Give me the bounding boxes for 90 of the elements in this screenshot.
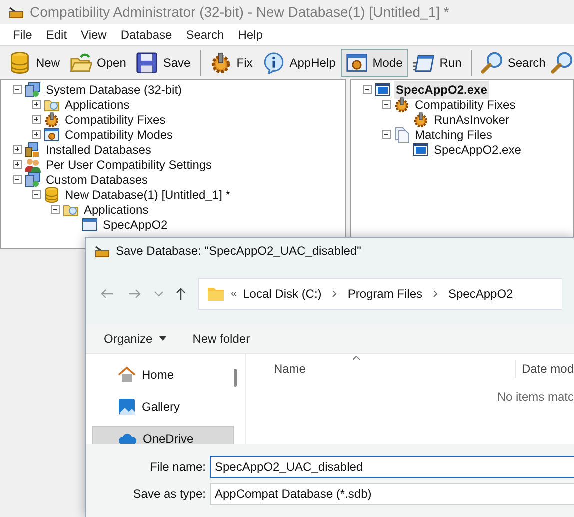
menu-item[interactable]: Edit bbox=[39, 26, 74, 44]
window-gear-icon bbox=[346, 52, 368, 74]
folder-icon bbox=[70, 52, 92, 74]
computer-icon bbox=[25, 82, 41, 98]
menu-item[interactable]: Database bbox=[114, 26, 180, 44]
search-icon bbox=[480, 52, 503, 74]
toolbar-button[interactable]: New bbox=[4, 48, 66, 76]
search-icon[interactable] bbox=[550, 52, 573, 74]
nav-item[interactable]: OneDrive bbox=[92, 426, 234, 444]
toolbar-button[interactable]: Search bbox=[476, 48, 551, 76]
menu-item[interactable]: Help bbox=[231, 26, 270, 44]
folder-icon bbox=[207, 286, 225, 302]
tree-item[interactable]: SpecAppO2 bbox=[101, 216, 170, 234]
window-title: Compatibility Administrator (32-bit) - New Database(1) [Untitled_1] * bbox=[30, 2, 450, 22]
tree-item[interactable]: RunAsInvoker bbox=[432, 110, 512, 128]
nav-item[interactable]: Gallery bbox=[92, 394, 234, 420]
toolbar-button[interactable]: Open bbox=[65, 48, 132, 76]
expand-icon[interactable] bbox=[32, 100, 41, 109]
users-icon bbox=[25, 156, 41, 172]
toolbar-button[interactable]: Mode bbox=[340, 48, 408, 76]
expand-icon[interactable] bbox=[13, 160, 22, 169]
field-label: Save as type: bbox=[132, 486, 207, 503]
file-name-field[interactable]: SpecAppO2_UAC_disabled bbox=[210, 456, 574, 478]
expand-icon[interactable] bbox=[32, 130, 41, 139]
nav-item[interactable]: Home bbox=[92, 362, 234, 388]
column-header[interactable]: Name bbox=[274, 360, 515, 378]
expand-icon[interactable] bbox=[13, 145, 22, 154]
gear-icon bbox=[394, 96, 410, 112]
window-icon bbox=[413, 142, 429, 158]
collapse-icon[interactable] bbox=[382, 100, 391, 109]
window-icon bbox=[82, 216, 98, 232]
collapse-icon[interactable] bbox=[382, 130, 391, 139]
collapse-icon[interactable] bbox=[363, 85, 372, 94]
breadcrumb-item[interactable]: Local Disk (C:) bbox=[243, 285, 322, 303]
tree-item[interactable]: Custom Databases bbox=[44, 170, 150, 188]
menu-item[interactable]: File bbox=[6, 26, 40, 44]
toolbar-button[interactable]: New folder bbox=[192, 330, 250, 348]
toolbar-button[interactable]: AppHelp bbox=[258, 48, 341, 76]
up-arrow-icon[interactable] bbox=[174, 287, 188, 301]
breadcrumb-item[interactable]: SpecAppO2 bbox=[448, 285, 514, 303]
toolbar-button[interactable]: Organize bbox=[104, 330, 167, 348]
computer-icon bbox=[25, 172, 41, 188]
breadcrumb-item[interactable]: Program Files bbox=[348, 285, 422, 303]
collapse-icon[interactable] bbox=[13, 175, 22, 184]
tree-item[interactable]: System Database (32-bit) bbox=[44, 80, 184, 98]
gear-icon bbox=[44, 112, 60, 128]
tree-item[interactable]: Applications bbox=[63, 96, 132, 114]
gear-icon bbox=[413, 112, 429, 128]
toolbar-button[interactable]: Save bbox=[131, 48, 196, 76]
tree-item[interactable]: SpecAppO2.exe bbox=[394, 80, 490, 98]
tree-item[interactable]: Compatibility Modes bbox=[63, 126, 176, 144]
tree-item[interactable]: Applications bbox=[82, 200, 151, 218]
dialog-title: Save Database: "SpecAppO2_UAC_disabled" bbox=[116, 243, 362, 260]
tree-item[interactable]: New Database(1) [Untitled_1] * bbox=[63, 186, 232, 204]
home-icon bbox=[118, 366, 136, 384]
tree-item[interactable]: Per User Compatibility Settings bbox=[44, 156, 214, 174]
collapse-icon[interactable] bbox=[13, 85, 22, 94]
tree-item[interactable]: Matching Files bbox=[413, 126, 494, 144]
address-bar[interactable]: « Local Disk (C:) Program Files SpecAppO2 bbox=[198, 278, 562, 310]
chevron-right-icon bbox=[432, 290, 438, 298]
field-label: File name: bbox=[148, 459, 207, 476]
window-icon bbox=[375, 82, 391, 98]
computer-icon bbox=[25, 142, 41, 158]
tree-item[interactable]: SpecAppO2.exe bbox=[432, 140, 524, 158]
tree-item[interactable]: Compatibility Fixes bbox=[413, 96, 518, 114]
info-icon bbox=[262, 52, 285, 74]
forward-arrow-icon[interactable] bbox=[128, 287, 142, 301]
menu-item[interactable]: Search bbox=[179, 26, 232, 44]
documents-icon bbox=[394, 126, 410, 142]
gear-icon bbox=[210, 52, 232, 74]
toolbar-button[interactable]: Fix bbox=[204, 48, 258, 76]
empty-message: No items matc bbox=[497, 389, 574, 406]
back-arrow-icon[interactable] bbox=[100, 287, 114, 301]
tree-item[interactable]: Installed Databases bbox=[44, 140, 154, 158]
menu-item[interactable]: View bbox=[74, 26, 114, 44]
column-header[interactable]: Date mod bbox=[514, 360, 574, 378]
caret-icon bbox=[158, 336, 167, 341]
chevron-right-icon bbox=[332, 290, 338, 298]
window-gear-icon bbox=[44, 126, 60, 142]
collapse-icon[interactable] bbox=[51, 205, 60, 214]
toolbar-button[interactable]: Run bbox=[408, 48, 467, 76]
database-icon bbox=[44, 186, 60, 202]
expand-icon[interactable] bbox=[32, 115, 41, 124]
picture-icon bbox=[118, 398, 136, 416]
overflow-chevron[interactable]: « bbox=[231, 286, 238, 302]
tree-item[interactable]: Compatibility Fixes bbox=[63, 110, 168, 128]
database-icon bbox=[9, 52, 31, 74]
collapse-icon[interactable] bbox=[32, 190, 41, 199]
chevron-down-icon[interactable] bbox=[154, 289, 164, 299]
file-type-dropdown[interactable]: AppCompat Database (*.sdb) bbox=[210, 483, 574, 505]
